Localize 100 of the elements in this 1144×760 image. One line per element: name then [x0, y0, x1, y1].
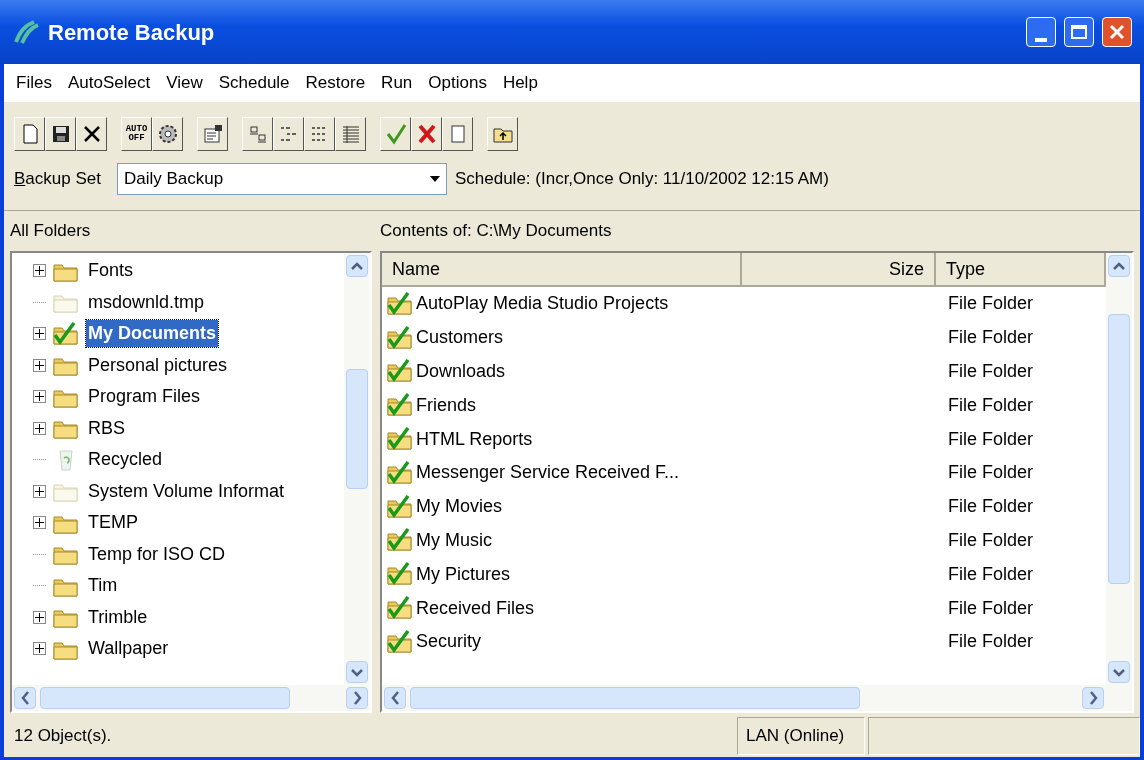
- chevron-left-icon: [20, 691, 30, 705]
- toolbar-button[interactable]: [411, 117, 442, 151]
- menu-item[interactable]: Help: [494, 70, 546, 96]
- toolbar-button[interactable]: [380, 117, 411, 151]
- file-name[interactable]: My Pictures: [416, 560, 511, 588]
- scroll-left-button[interactable]: [384, 687, 406, 709]
- toolbar-button[interactable]: AUTO OFF: [121, 117, 152, 151]
- file-name[interactable]: Received Files: [416, 594, 535, 622]
- toolbar-button[interactable]: [273, 117, 304, 151]
- file-name[interactable]: Security: [416, 628, 482, 656]
- chevron-left-icon: [390, 691, 400, 705]
- chevron-right-icon: [1088, 691, 1098, 705]
- menu-item[interactable]: View: [158, 70, 211, 96]
- minimize-button[interactable]: [1026, 17, 1056, 47]
- expand-icon[interactable]: [33, 358, 46, 372]
- tree-item[interactable]: My Documents: [86, 320, 219, 348]
- menu-item[interactable]: AutoSelect: [59, 70, 159, 96]
- file-name[interactable]: Customers: [416, 324, 504, 352]
- close-button[interactable]: [1102, 17, 1132, 47]
- toolbar-button[interactable]: [45, 117, 76, 151]
- toolbar-button[interactable]: [152, 117, 183, 151]
- scroll-thumb[interactable]: [40, 687, 290, 709]
- scroll-up-button[interactable]: [346, 255, 368, 277]
- minimize-icon: [1035, 38, 1047, 42]
- toolbar-button[interactable]: [442, 117, 473, 151]
- tree-item[interactable]: System Volume Informat: [86, 477, 287, 505]
- file-type: File Folder: [947, 630, 1034, 654]
- expand-icon[interactable]: [33, 610, 46, 624]
- check-icon: [384, 123, 407, 145]
- toolbar-button[interactable]: [242, 117, 273, 151]
- file-type: File Folder: [947, 562, 1034, 586]
- tree-item[interactable]: msdownld.tmp: [86, 288, 207, 316]
- file-name[interactable]: HTML Reports: [416, 425, 533, 453]
- expand-icon[interactable]: [33, 421, 46, 435]
- scroll-up-button[interactable]: [1108, 255, 1130, 277]
- vertical-scrollbar[interactable]: [1106, 253, 1132, 685]
- tree-item[interactable]: Fonts: [86, 257, 136, 285]
- file-type: File Folder: [947, 461, 1034, 485]
- file-type: File Folder: [947, 292, 1034, 316]
- app-logo-icon: [12, 18, 40, 46]
- menu-item[interactable]: Restore: [297, 70, 374, 96]
- tree-item[interactable]: Tim: [86, 572, 120, 600]
- toolbar-button[interactable]: [304, 117, 335, 151]
- tree-item[interactable]: TEMP: [86, 509, 140, 537]
- toolbar-button[interactable]: [14, 117, 45, 151]
- file-type: File Folder: [947, 393, 1034, 417]
- scroll-thumb[interactable]: [1108, 314, 1130, 584]
- expand-icon[interactable]: [33, 264, 46, 278]
- pane-title: Contents of: C:\My Documents: [380, 220, 613, 243]
- window-title: Remote Backup: [48, 18, 216, 47]
- scroll-left-button[interactable]: [14, 687, 36, 709]
- tree-item[interactable]: Personal pictures: [86, 351, 230, 379]
- expand-icon[interactable]: [33, 484, 46, 498]
- document-list-icon: [201, 123, 224, 145]
- file-name[interactable]: My Movies: [416, 493, 502, 521]
- column-header[interactable]: Type: [936, 253, 1106, 287]
- tree-item[interactable]: Temp for ISO CD: [86, 540, 228, 568]
- horizontal-scrollbar[interactable]: [382, 685, 1132, 711]
- scroll-right-button[interactable]: [1082, 687, 1104, 709]
- chevron-down-icon: [1113, 667, 1125, 677]
- file-name[interactable]: Downloads: [416, 358, 506, 385]
- scroll-right-button[interactable]: [346, 687, 368, 709]
- backup-set-label: Backup Set: [14, 168, 102, 191]
- toolbar-button[interactable]: [76, 117, 107, 151]
- backup-set-dropdown[interactable]: Daily Backup: [116, 163, 447, 195]
- tree-item[interactable]: RBS: [86, 414, 127, 442]
- expand-icon[interactable]: [33, 390, 46, 404]
- toolbar-button[interactable]: [335, 117, 366, 151]
- tree-item[interactable]: Wallpaper: [86, 635, 171, 663]
- file-name[interactable]: Friends: [416, 391, 477, 419]
- horizontal-scrollbar[interactable]: [12, 685, 370, 711]
- expand-icon[interactable]: [33, 642, 46, 656]
- menu-item[interactable]: Files: [8, 70, 60, 96]
- toolbar-button[interactable]: [197, 117, 228, 151]
- caret-icon: [429, 176, 440, 182]
- file-name[interactable]: AutoPlay Media Studio Projects: [416, 290, 669, 318]
- scroll-down-button[interactable]: [346, 661, 368, 683]
- scroll-down-button[interactable]: [1108, 661, 1130, 683]
- file-type: File Folder: [947, 326, 1034, 350]
- status-text: 12 Object(s).: [13, 725, 113, 748]
- tree-item[interactable]: Program Files: [86, 383, 203, 411]
- toolbar-button[interactable]: [487, 117, 518, 151]
- tree-item[interactable]: Recycled: [86, 446, 165, 474]
- column-header[interactable]: Size: [742, 253, 936, 287]
- scroll-thumb[interactable]: [346, 369, 368, 489]
- maximize-button[interactable]: [1064, 17, 1094, 47]
- expand-icon[interactable]: [33, 516, 46, 530]
- scroll-thumb[interactable]: [410, 687, 860, 709]
- expand-icon[interactable]: [33, 327, 46, 341]
- menu-item[interactable]: Schedule: [210, 70, 298, 96]
- menu-item[interactable]: Run: [373, 70, 421, 96]
- vertical-scrollbar[interactable]: [344, 253, 370, 685]
- chevron-up-icon: [1113, 261, 1125, 271]
- column-header[interactable]: Name: [382, 253, 742, 287]
- file-name[interactable]: Messenger Service Received F...: [416, 459, 680, 487]
- chevron-down-icon: [351, 667, 363, 677]
- tree-item[interactable]: Trimble: [86, 603, 150, 631]
- menu-item[interactable]: Options: [420, 70, 495, 96]
- file-type: File Folder: [947, 528, 1034, 552]
- file-name[interactable]: My Music: [416, 526, 492, 554]
